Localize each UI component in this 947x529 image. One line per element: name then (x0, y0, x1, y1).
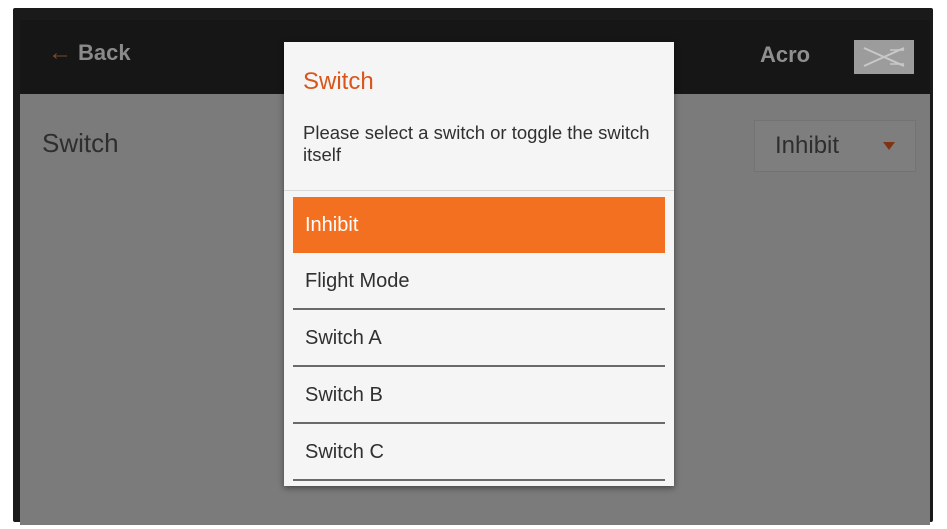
airplane-icon-graphic (863, 47, 905, 67)
dialog-title: Switch (303, 68, 374, 95)
switch-row-label: Switch (42, 128, 119, 158)
back-arrow-icon: ← (48, 39, 72, 66)
switch-select[interactable]: Inhibit (754, 120, 916, 172)
option-switch-a[interactable]: Switch A (293, 311, 665, 367)
flight-mode-label: Acro (760, 42, 811, 67)
option-label: Switch C (305, 440, 384, 463)
airplane-icon[interactable] (854, 40, 914, 74)
switch-options-list: Inhibit Flight Mode Switch A Switch B Sw… (293, 197, 665, 482)
option-label: Flight Mode (305, 269, 410, 292)
option-label: Inhibit (305, 213, 359, 236)
option-switch-b[interactable]: Switch B (293, 368, 665, 424)
option-label: Switch B (305, 383, 383, 406)
dropdown-caret-icon (883, 142, 895, 150)
screen: ← Back Acro Switch Inhibit Switch Please… (20, 20, 930, 525)
option-inhibit[interactable]: Inhibit (293, 197, 665, 253)
dialog-divider (284, 190, 674, 191)
option-label: Switch A (305, 326, 382, 349)
switch-dialog: Switch Please select a switch or toggle … (284, 42, 674, 486)
switch-select-value: Inhibit (775, 132, 840, 159)
back-button[interactable]: ← Back (48, 40, 131, 66)
option-flight-mode[interactable]: Flight Mode (293, 254, 665, 310)
back-label: Back (78, 40, 131, 65)
dialog-message: Please select a switch or toggle the swi… (303, 122, 650, 165)
option-switch-c[interactable]: Switch C (293, 425, 665, 481)
